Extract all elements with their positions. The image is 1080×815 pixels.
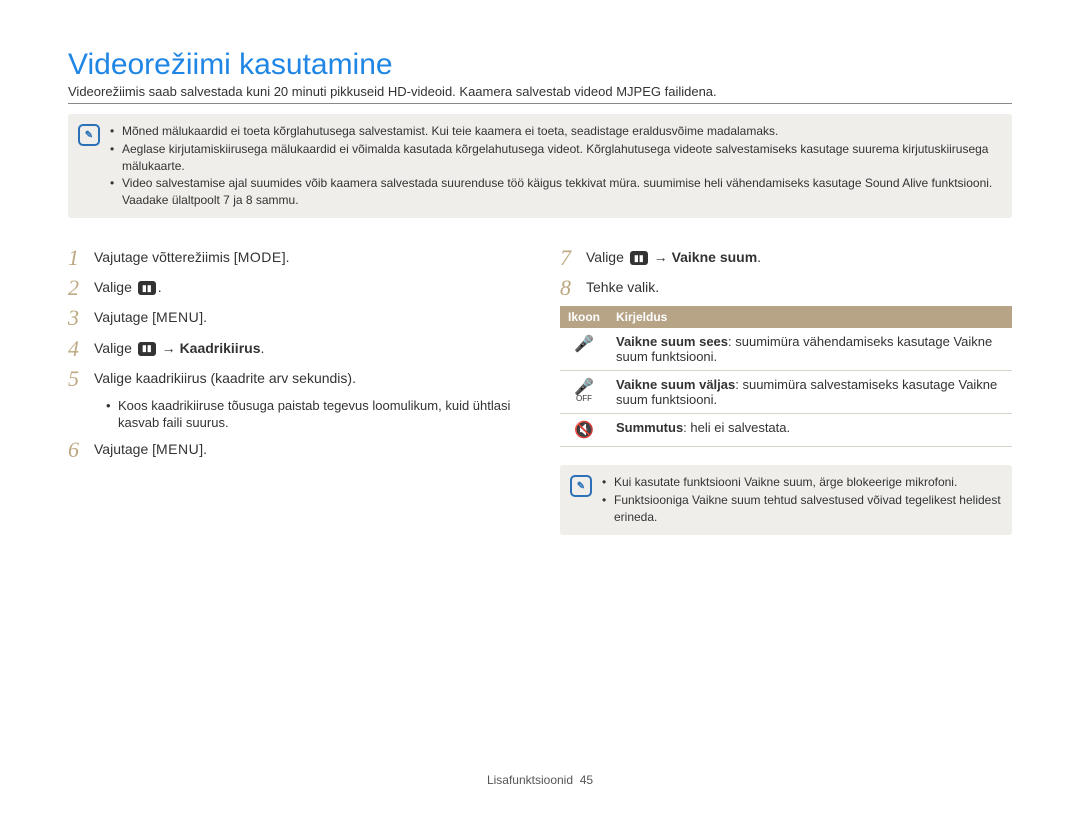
step-6: 6 Vajutage [MENU]. — [68, 438, 520, 462]
table-row: 🎤 Vaikne suum sees: suumimüra vähendamis… — [560, 328, 1012, 371]
th-icon: Ikoon — [560, 306, 608, 328]
step-bold: Vaikne suum — [672, 249, 758, 265]
table-header-row: Ikoon Kirjeldus — [560, 306, 1012, 328]
th-desc: Kirjeldus — [608, 306, 1012, 328]
note-list: Kui kasutate funktsiooni Vaikne suum, är… — [602, 473, 1002, 526]
step-arrow: → — [650, 249, 672, 265]
step-number: 1 — [68, 246, 94, 270]
mic-mute-icon: 🔇 — [560, 414, 608, 447]
step-number: 2 — [68, 276, 94, 300]
step-text: Valige kaadrikiirus (kaadrite arv sekund… — [94, 370, 356, 386]
step-2: 2 Valige ▮▮. — [68, 276, 520, 300]
step-5: 5 Valige kaadrikiirus (kaadrite arv seku… — [68, 367, 520, 391]
warning-item: Video salvestamise ajal suumides võib ka… — [110, 175, 1002, 209]
video-icon: ▮▮ — [630, 251, 648, 265]
cell-desc: : heli ei salvestata. — [683, 420, 790, 435]
step-text: Vajutage võtterežiimis [ — [94, 249, 238, 265]
mic-on-icon: 🎤 — [560, 328, 608, 371]
step-text: Valige — [586, 249, 628, 265]
step-text: Valige — [94, 279, 136, 295]
step-8: 8 Tehke valik. — [560, 276, 1012, 300]
step-text: Vajutage [ — [94, 441, 156, 457]
menu-key: MENU — [156, 441, 199, 457]
step-text: . — [757, 249, 761, 265]
step-text: ]. — [199, 309, 207, 325]
page-subtitle: Videorežiimis saab salvestada kuni 20 mi… — [68, 84, 1012, 104]
note-icon: ✎ — [570, 475, 592, 497]
note-item: Funktsiooniga Vaikne suum tehtud salvest… — [602, 492, 1002, 526]
mic-off-icon: 🎤OFF — [560, 371, 608, 414]
page-title: Videorežiimi kasutamine — [68, 48, 1012, 82]
step-3: 3 Vajutage [MENU]. — [68, 306, 520, 330]
bottom-note-box: ✎ Kui kasutate funktsiooni Vaikne suum, … — [560, 465, 1012, 534]
step-text: . — [158, 279, 162, 295]
table-row: 🎤OFF Vaikne suum väljas: suumimüra salve… — [560, 371, 1012, 414]
step-7: 7 Valige ▮▮ → Vaikne suum. — [560, 246, 1012, 270]
top-note-box: ✎ Mõned mälukaardid ei toeta kõrglahutus… — [68, 114, 1012, 218]
options-table: Ikoon Kirjeldus 🎤 Vaikne suum sees: suum… — [560, 306, 1012, 447]
footer-section: Lisafunktsioonid — [487, 773, 573, 787]
right-column: 7 Valige ▮▮ → Vaikne suum. 8 Tehke valik… — [560, 240, 1012, 535]
step-number: 6 — [68, 438, 94, 462]
warning-list: Mõned mälukaardid ei toeta kõrglahutuseg… — [110, 122, 1002, 210]
cell-title: Summutus — [616, 420, 683, 435]
step-text: ]. — [199, 441, 207, 457]
note-icon: ✎ — [78, 124, 100, 146]
cell-title: Vaikne suum sees — [616, 334, 728, 349]
step-4: 4 Valige ▮▮ → Kaadrikiirus. — [68, 337, 520, 361]
step-1: 1 Vajutage võtterežiimis [MODE]. — [68, 246, 520, 270]
step-number: 3 — [68, 306, 94, 330]
mode-key: MODE — [238, 249, 282, 265]
warning-item: Mõned mälukaardid ei toeta kõrglahutuseg… — [110, 123, 1002, 140]
step-text: . — [261, 340, 265, 356]
table-row: 🔇 Summutus: heli ei salvestata. — [560, 414, 1012, 447]
step-text: Vajutage [ — [94, 309, 156, 325]
step-number: 4 — [68, 337, 94, 361]
step-bold: Kaadrikiirus — [180, 340, 261, 356]
step-text: Valige — [94, 340, 136, 356]
step-text: ]. — [282, 249, 290, 265]
step-text: Tehke valik. — [586, 279, 659, 295]
warning-item: Aeglase kirjutamiskiirusega mälukaardid … — [110, 141, 1002, 175]
step-number: 7 — [560, 246, 586, 270]
video-icon: ▮▮ — [138, 342, 156, 356]
step-5-sub: Koos kaadrikiiruse tõusuga paistab tegev… — [106, 397, 520, 432]
left-column: 1 Vajutage võtterežiimis [MODE]. 2 Valig… — [68, 240, 520, 535]
note-item: Kui kasutate funktsiooni Vaikne suum, är… — [602, 474, 1002, 491]
step-arrow: → — [158, 340, 180, 356]
footer-page: 45 — [580, 773, 593, 787]
cell-title: Vaikne suum väljas — [616, 377, 735, 392]
step-number: 8 — [560, 276, 586, 300]
page-footer: Lisafunktsioonid 45 — [0, 773, 1080, 787]
menu-key: MENU — [156, 309, 199, 325]
video-icon: ▮▮ — [138, 281, 156, 295]
step-number: 5 — [68, 367, 94, 391]
